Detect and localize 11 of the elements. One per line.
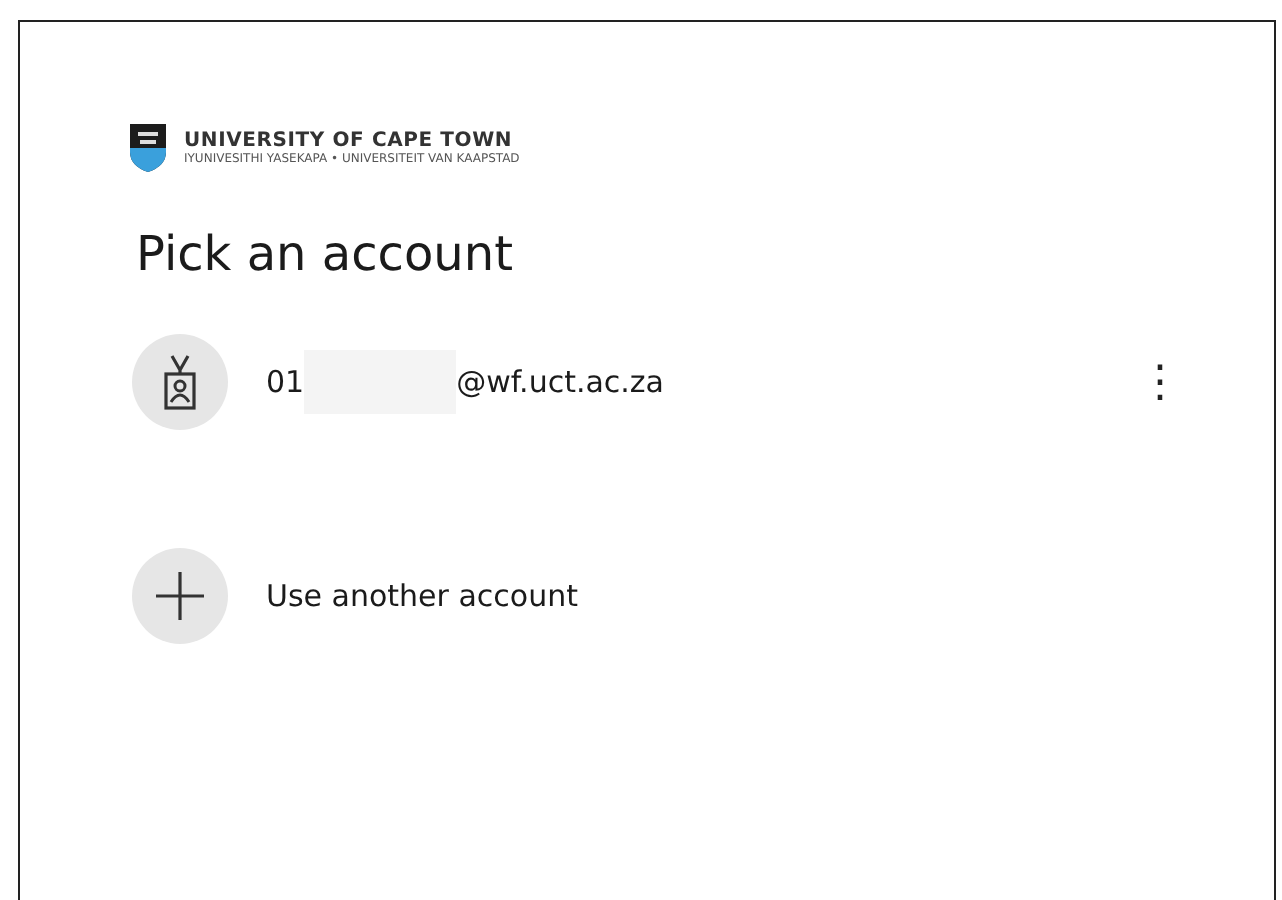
email-domain: @wf.uct.ac.za: [456, 364, 664, 400]
plus-icon: [156, 572, 204, 620]
account-option[interactable]: Use another account: [128, 536, 1194, 656]
badge-icon: [162, 354, 198, 410]
option-label: Use another account: [266, 578, 578, 614]
crest-icon: [128, 122, 168, 174]
account-option[interactable]: 01 @wf.uct.ac.za ⋮: [128, 322, 1194, 442]
page-heading: Pick an account: [136, 226, 515, 282]
logo-name: UNIVERSITY OF CAPE TOWN: [184, 130, 515, 152]
email-prefix: 01: [266, 364, 305, 400]
more-options-button[interactable]: ⋮: [1126, 357, 1194, 407]
